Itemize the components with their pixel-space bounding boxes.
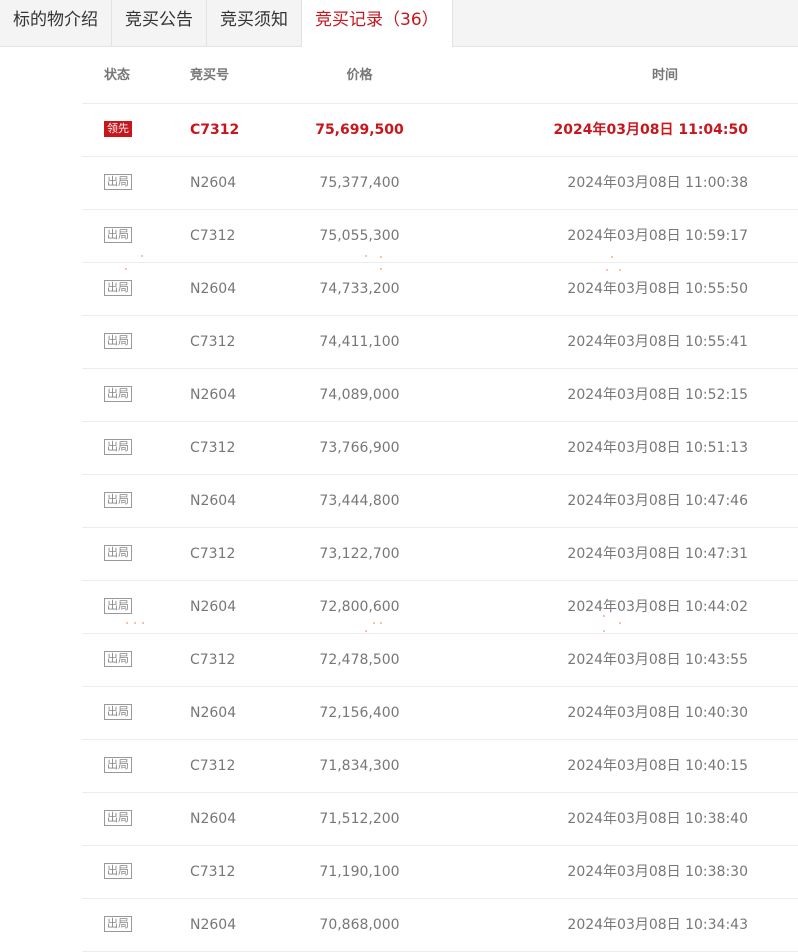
bid-time: 2024年03月08日 10:43:55 <box>567 652 748 668</box>
bid-time: 2024年03月08日 10:40:30 <box>567 705 748 721</box>
bid-price: 71,190,100 <box>319 864 400 880</box>
tab-announcement[interactable]: 竞买公告 <box>112 0 207 46</box>
table-row: 出局 N2604 70,868,000 2024年03月08日 10:34:43 <box>82 899 798 952</box>
bid-time: 2024年03月08日 10:38:30 <box>567 864 748 880</box>
bid-price: 75,055,300 <box>319 228 400 244</box>
decor-dot <box>603 630 605 632</box>
decor-dot <box>134 622 136 624</box>
table-row: 出局 C7312 72,478,500 2024年03月08日 10:43:55 <box>82 634 798 687</box>
tab-bid-records[interactable]: 竞买记录（36） <box>302 0 453 47</box>
decor-dot <box>365 255 367 257</box>
decor-dot <box>380 256 382 258</box>
decor-dot <box>380 622 382 624</box>
bid-records-table: 状态 竞买号 价格 时间 领先 C7312 75,699,500 2024年03月08… <box>82 51 798 952</box>
decor-dot <box>606 269 608 271</box>
bid-time: 2024年03月08日 11:04:50 <box>553 122 748 138</box>
bid-time: 2024年03月08日 10:47:46 <box>567 493 748 509</box>
bid-time: 2024年03月08日 10:34:43 <box>567 917 748 933</box>
header-time: 时间 <box>652 68 679 83</box>
bid-price: 71,834,300 <box>319 758 400 774</box>
bid-time: 2024年03月08日 10:59:17 <box>567 228 748 244</box>
bid-price: 73,444,800 <box>319 493 400 509</box>
bid-time: 2024年03月08日 10:47:31 <box>567 546 748 562</box>
table-row: 出局 C7312 75,055,300 2024年03月08日 10:59:17 <box>82 210 798 263</box>
bid-price: 74,733,200 <box>319 281 400 297</box>
decor-dot <box>380 268 382 270</box>
bid-price: 72,800,600 <box>319 599 400 615</box>
bid-time: 2024年03月08日 11:00:38 <box>567 175 748 191</box>
table-row: 出局 N2604 72,800,600 2024年03月08日 10:44:02 <box>82 581 798 634</box>
table-row: 出局 N2604 74,733,200 2024年03月08日 10:55:50 <box>82 263 798 316</box>
bid-time: 2024年03月08日 10:40:15 <box>567 758 748 774</box>
decor-dot <box>611 256 613 258</box>
bid-time: 2024年03月08日 10:51:13 <box>567 440 748 456</box>
bid-price: 73,122,700 <box>319 546 400 562</box>
table-header: 状态 竞买号 价格 时间 <box>82 51 798 104</box>
tab-bar: 标的物介绍 竞买公告 竞买须知 竞买记录（36） <box>0 0 798 47</box>
decor-dot <box>365 630 367 632</box>
bid-time: 2024年03月08日 10:52:15 <box>567 387 748 403</box>
bid-time: 2024年03月08日 10:55:50 <box>567 281 748 297</box>
table-row: 出局 N2604 73,444,800 2024年03月08日 10:47:46 <box>82 475 798 528</box>
table-row: 出局 C7312 71,834,300 2024年03月08日 10:40:15 <box>82 740 798 793</box>
bid-time: 2024年03月08日 10:38:40 <box>567 811 748 827</box>
bid-price: 74,089,000 <box>319 387 400 403</box>
decor-dot <box>141 255 143 257</box>
bid-price: 75,377,400 <box>319 175 400 191</box>
tab-notice[interactable]: 竞买须知 <box>207 0 302 46</box>
decor-dot <box>619 622 621 624</box>
table-row: 出局 N2604 74,089,000 2024年03月08日 10:52:15 <box>82 369 798 422</box>
decor-dot <box>142 622 144 624</box>
bid-time: 2024年03月08日 10:55:41 <box>567 334 748 350</box>
header-price: 价格 <box>346 68 373 83</box>
decor-dot <box>126 622 128 624</box>
bid-price: 71,512,200 <box>319 811 400 827</box>
decor-dot <box>619 269 621 271</box>
table-row: 领先 C7312 75,699,500 2024年03月08日 11:04:50 <box>82 104 798 157</box>
decor-dot <box>373 622 375 624</box>
bid-price: 72,156,400 <box>319 705 400 721</box>
table-row: 出局 C7312 74,411,100 2024年03月08日 10:55:41 <box>82 316 798 369</box>
bid-time: 2024年03月08日 10:44:02 <box>567 599 748 615</box>
bid-price: 74,411,100 <box>319 334 400 350</box>
table-row: 出局 N2604 71,512,200 2024年03月08日 10:38:40 <box>82 793 798 846</box>
bid-price: 73,766,900 <box>319 440 400 456</box>
table-row: 出局 C7312 73,122,700 2024年03月08日 10:47:31 <box>82 528 798 581</box>
decor-dot <box>603 615 605 617</box>
tab-item-intro[interactable]: 标的物介绍 <box>0 0 112 46</box>
table-row: 出局 C7312 73,766,900 2024年03月08日 10:51:13 <box>82 422 798 475</box>
table-row: 出局 N2604 72,156,400 2024年03月08日 10:40:30 <box>82 687 798 740</box>
decor-dot <box>125 268 127 270</box>
table-row: 出局 C7312 71,190,100 2024年03月08日 10:38:30 <box>82 846 798 899</box>
bid-price: 70,868,000 <box>319 917 400 933</box>
bid-price: 72,478,500 <box>319 652 400 668</box>
table-row: 出局 N2604 75,377,400 2024年03月08日 11:00:38 <box>82 157 798 210</box>
